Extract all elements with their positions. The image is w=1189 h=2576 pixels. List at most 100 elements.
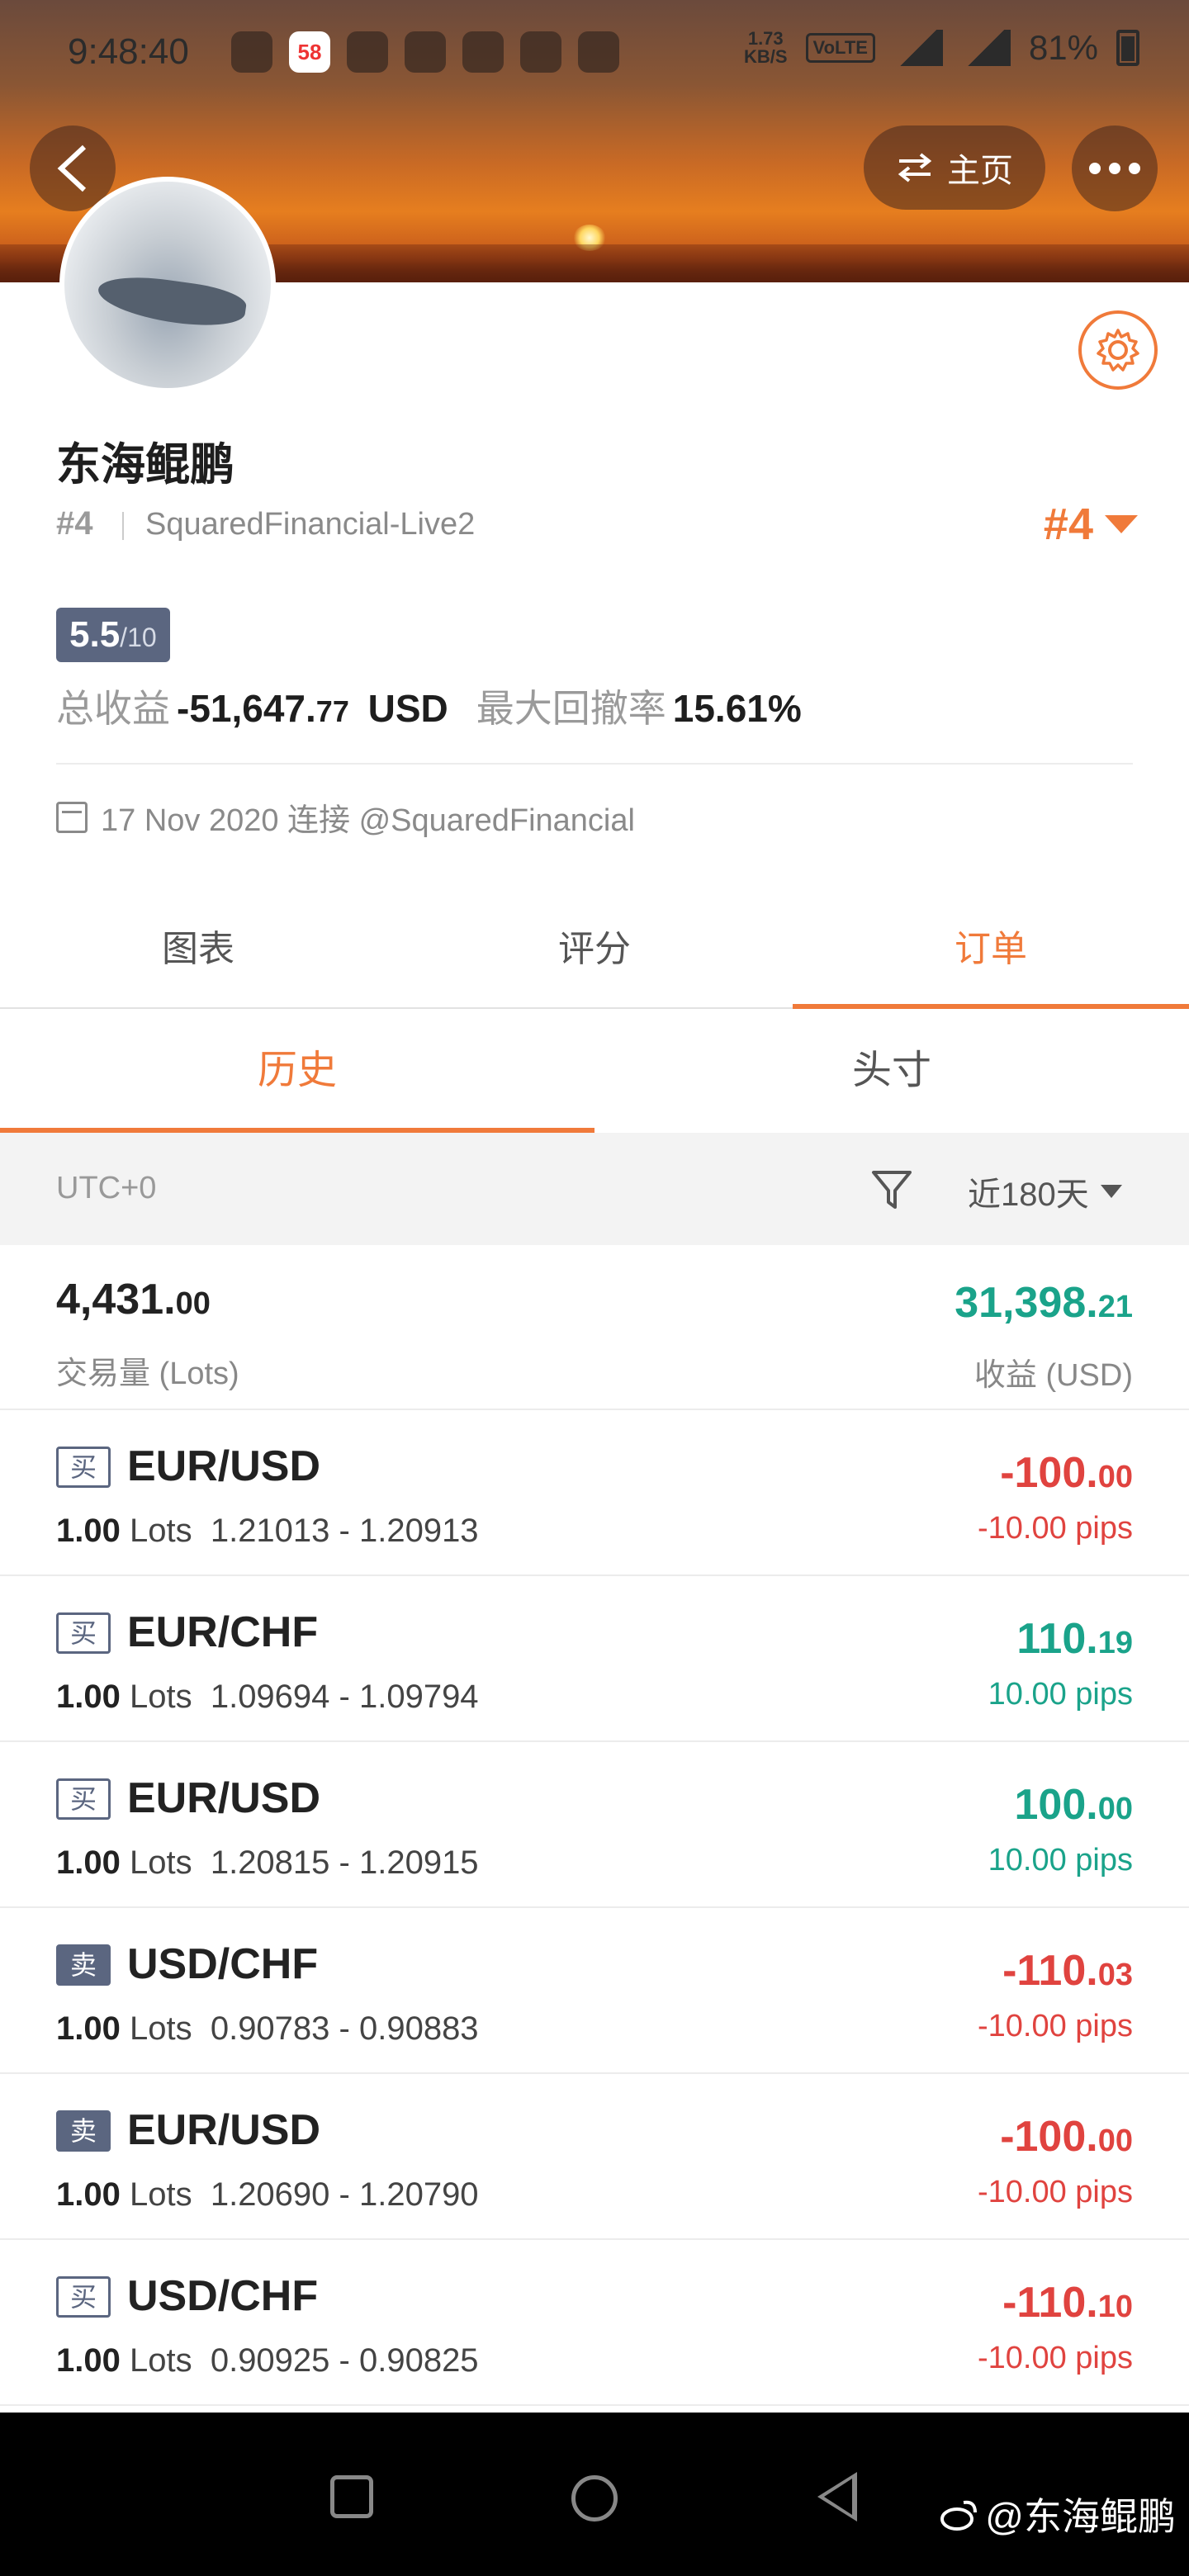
- order-profit: 100.00: [1015, 1780, 1134, 1830]
- order-prices: 0.90783 - 0.90883: [210, 2010, 479, 2047]
- battery-icon: [1116, 30, 1139, 66]
- score-badge: 5.5 /10: [56, 608, 170, 662]
- recents-button[interactable]: [330, 2475, 373, 2518]
- order-profit: -100.00: [1000, 1448, 1133, 1498]
- tab-orders[interactable]: 订单: [793, 895, 1189, 1009]
- avatar-whale-image: [95, 270, 249, 333]
- order-profit-int: -110.: [1002, 1947, 1098, 1995]
- app-heart-icon: [405, 31, 446, 73]
- total-lots-int: 4,431.: [56, 1276, 176, 1324]
- dot-icon: [1089, 163, 1101, 174]
- order-profit-int: -100.: [1000, 2113, 1098, 2161]
- side-badge: 卖: [56, 1944, 111, 1986]
- order-lots-unit: Lots: [129, 2176, 192, 2213]
- range-dropdown[interactable]: 近180天: [968, 1167, 1122, 1215]
- order-prices: 1.21013 - 1.20913: [210, 1513, 479, 1549]
- main-tabs: 图表 评分 订单: [0, 895, 1189, 1009]
- total-profit: 31,398.21: [955, 1278, 1133, 1328]
- back-nav-button[interactable]: [817, 2472, 857, 2522]
- order-row[interactable]: 买 EUR/USD 1.00 Lots 1.21013 - 1.20913 -1…: [0, 1410, 1189, 1576]
- order-pair: EUR/USD: [127, 1442, 321, 1490]
- total-lots-dec: 00: [175, 1286, 211, 1321]
- avatar[interactable]: [59, 177, 276, 393]
- order-detail: 1.00 Lots 1.09694 - 1.09794: [56, 1679, 479, 1716]
- app-heart-icon: [520, 31, 561, 73]
- total-profit-label: 总收益: [56, 687, 170, 730]
- side-badge: 买: [56, 1447, 111, 1488]
- chevron-left-icon: [57, 144, 87, 192]
- order-profit-int: -110.: [1002, 2279, 1098, 2327]
- home-label: 主页: [947, 153, 1013, 189]
- order-prices: 0.90925 - 0.90825: [210, 2342, 479, 2379]
- order-row[interactable]: 买 EUR/USD 1.00 Lots 1.20815 - 1.20915 10…: [0, 1742, 1189, 1908]
- order-lots: 1.00: [56, 1679, 121, 1715]
- order-lots: 1.00: [56, 2010, 121, 2047]
- watermark: @东海鲲鹏: [939, 2487, 1176, 2541]
- order-row[interactable]: 卖 EUR/USD 1.00 Lots 1.20690 - 1.20790 -1…: [0, 2074, 1189, 2240]
- order-list: 买 EUR/USD 1.00 Lots 1.21013 - 1.20913 -1…: [0, 1410, 1189, 2406]
- tab-positions[interactable]: 头寸: [594, 1009, 1189, 1133]
- order-pips: -10.00 pips: [977, 2009, 1133, 2043]
- caret-down-icon: [1100, 1185, 1122, 1198]
- score-total: /10: [120, 623, 157, 652]
- order-detail: 1.00 Lots 1.20690 - 1.20790: [56, 2176, 479, 2214]
- rank-dropdown[interactable]: #4: [1044, 499, 1138, 550]
- order-profit-dec: 00: [1097, 1460, 1133, 1494]
- app-heart-icon: [578, 31, 619, 73]
- wifi-icon: [893, 30, 943, 66]
- total-lots-label: 交易量 (Lots): [56, 1357, 239, 1391]
- filter-icon[interactable]: [869, 1166, 915, 1212]
- order-pair: EUR/CHF: [127, 1608, 319, 1656]
- app-58-icon: 58: [289, 31, 330, 73]
- total-profit-unit: USD: [367, 687, 448, 730]
- connection-info: 17 Nov 2020 连接 @SquaredFinancial: [56, 794, 635, 840]
- home-button[interactable]: 主页: [864, 125, 1045, 210]
- net-speed: 1.73 KB/S: [744, 30, 788, 66]
- order-profit-dec: 00: [1097, 1792, 1133, 1826]
- order-pips: -10.00 pips: [977, 1511, 1133, 1546]
- tab-history[interactable]: 历史: [0, 1009, 594, 1133]
- calendar-icon: [56, 801, 88, 833]
- order-row[interactable]: 买 USD/CHF 1.00 Lots 0.90925 - 0.90825 -1…: [0, 2240, 1189, 2406]
- order-pips: 10.00 pips: [988, 1677, 1133, 1712]
- status-time: 9:48:40: [68, 31, 189, 72]
- side-badge: 买: [56, 1778, 111, 1820]
- order-lots: 1.00: [56, 1844, 121, 1881]
- divider: [56, 763, 1133, 765]
- order-row[interactable]: 买 EUR/CHF 1.00 Lots 1.09694 - 1.09794 11…: [0, 1576, 1189, 1742]
- score-value: 5.5: [69, 614, 121, 655]
- order-pips: 10.00 pips: [988, 1843, 1133, 1878]
- order-lots: 1.00: [56, 2342, 121, 2379]
- side-badge: 买: [56, 1612, 111, 1654]
- settings-button[interactable]: [1078, 310, 1158, 390]
- order-profit-dec: 03: [1097, 1958, 1133, 1992]
- order-prices: 1.09694 - 1.09794: [210, 1679, 479, 1715]
- more-button[interactable]: [1072, 125, 1158, 211]
- side-badge: 买: [56, 2276, 111, 2318]
- order-lots-unit: Lots: [129, 1844, 192, 1881]
- home-nav-button[interactable]: [571, 2475, 618, 2522]
- rank-value: #4: [1043, 500, 1093, 549]
- tab-rating[interactable]: 评分: [396, 895, 793, 1007]
- total-profit-label: 收益 (USD): [973, 1358, 1133, 1393]
- rank-label: #4: [56, 505, 93, 542]
- filter-bar: UTC+0 近180天: [0, 1133, 1189, 1245]
- order-profit: -100.00: [1000, 2112, 1133, 2162]
- side-badge: 卖: [56, 2110, 111, 2152]
- order-prices: 1.20815 - 1.20915: [210, 1844, 479, 1881]
- watermark-text: @东海鲲鹏: [985, 2495, 1176, 2538]
- order-profit-int: 100.: [1014, 1781, 1098, 1829]
- signal-icon: [960, 30, 1011, 66]
- volte-icon: VoLTE: [805, 33, 875, 63]
- order-lots-unit: Lots: [129, 2342, 192, 2379]
- order-lots: 1.00: [56, 2176, 121, 2213]
- total-lots: 4,431.00: [56, 1275, 211, 1324]
- divider: [122, 512, 124, 540]
- order-profit-int: 110.: [1016, 1615, 1098, 1663]
- total-profit-int: -51,647.: [177, 687, 316, 730]
- tab-chart[interactable]: 图表: [0, 895, 396, 1007]
- timezone-label: UTC+0: [56, 1171, 157, 1205]
- profile-stats: 总收益 -51,647.77 USD 最大回撤率 15.61%: [56, 679, 802, 733]
- order-row[interactable]: 卖 USD/CHF 1.00 Lots 0.90783 - 0.90883 -1…: [0, 1908, 1189, 2074]
- order-profit: -110.10: [1002, 2278, 1133, 2327]
